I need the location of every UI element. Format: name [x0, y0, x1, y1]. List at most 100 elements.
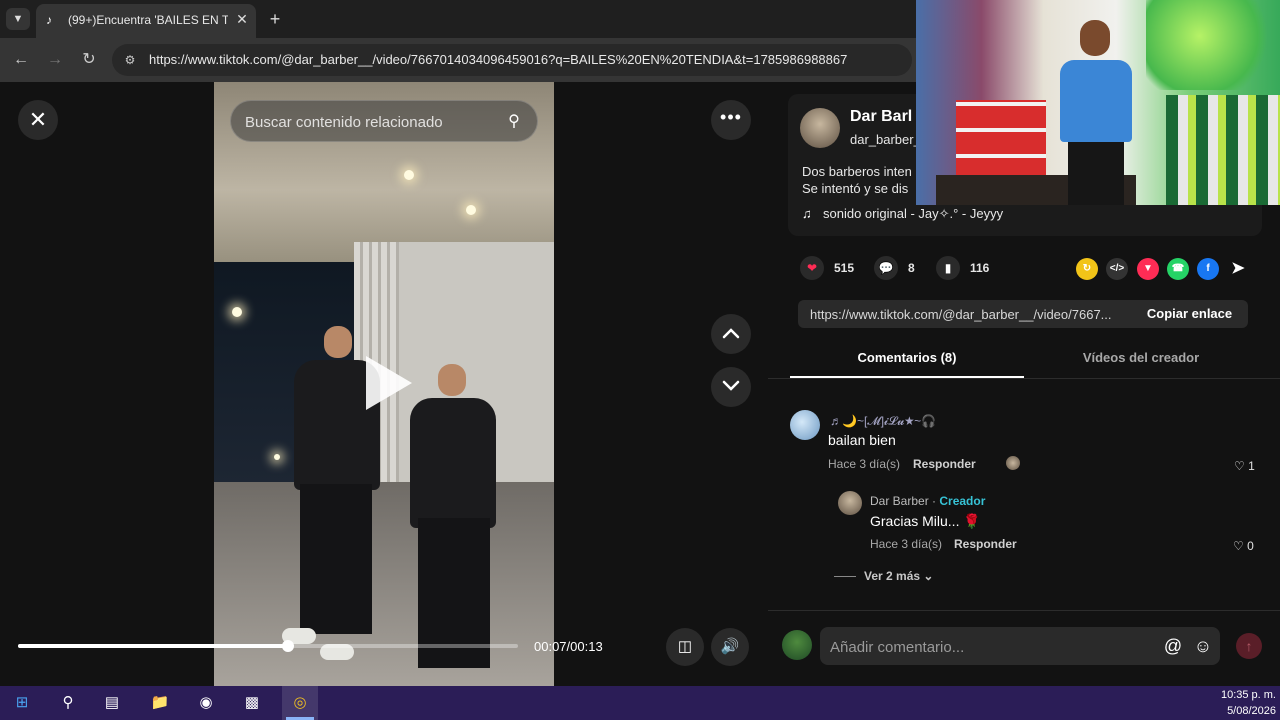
video-progress-fill — [18, 644, 288, 648]
reply-button[interactable]: Responder — [913, 457, 976, 471]
comment-like-button[interactable]: ♡ 1 — [1234, 459, 1255, 473]
comment-input[interactable] — [830, 637, 1150, 657]
comment-icon: 💬 — [874, 256, 898, 280]
browser-tab-active[interactable]: ♪ (99+)Encuentra 'BAILES EN TEN ✕ — [36, 4, 256, 38]
share-link-url[interactable]: https://www.tiktok.com/@dar_barber__/vid… — [810, 307, 1128, 322]
back-arrow-icon[interactable]: ← — [10, 49, 32, 71]
more-options-icon[interactable]: ••• — [711, 100, 751, 140]
reply-author: Dar Barber — [870, 494, 929, 508]
chevron-down-icon — [722, 380, 740, 391]
next-video-button[interactable] — [711, 367, 751, 407]
sound-link[interactable]: sonido original - Jay✧.° - Jeyyy — [823, 206, 1003, 222]
related-search[interactable]: ⚲ — [230, 100, 538, 142]
file-explorer-icon[interactable]: 📁 — [148, 691, 172, 715]
webcam-overlay — [916, 0, 1280, 205]
heart-icon: ❤ — [800, 256, 824, 280]
author-handle[interactable]: dar_barber_ — [850, 132, 921, 147]
reply-text: Gracias Milu... 🌹 — [870, 513, 981, 529]
comment-composer: @ ☺ — [820, 627, 1220, 665]
creator-liked-avatar — [1006, 456, 1020, 470]
windows-start-icon[interactable]: ⊞ — [10, 691, 34, 715]
close-tab-icon[interactable]: ✕ — [234, 11, 250, 27]
comment-time: Hace 3 día(s) — [828, 457, 901, 471]
pip-icon[interactable]: ◫ — [666, 628, 704, 666]
view-more-label: Ver 2 más — [864, 569, 921, 583]
taskbar-time[interactable]: 10:35 p. m. — [1200, 689, 1276, 701]
windows-taskbar: ⊞ ⚲ ▤ 📁 ◉ ▩ ◎ 10:35 p. m. 5/08/2026 — [0, 686, 1280, 720]
address-url: https://www.tiktok.com/@dar_barber__/vid… — [149, 52, 848, 67]
play-icon[interactable] — [366, 356, 412, 410]
webcam-shoeboxes — [956, 100, 1046, 180]
obs-icon[interactable]: ◉ — [194, 691, 218, 715]
heart-outline-icon: ♡ — [1233, 539, 1244, 553]
tab-search-button[interactable]: ▼ — [6, 8, 30, 30]
bookmark-icon: ▮ — [936, 256, 960, 280]
comment-username[interactable]: ♬🌙~[𝓜]𝓲𝓛𝓾★~🎧 — [830, 414, 936, 429]
chrome-icon[interactable]: ◎ — [288, 691, 312, 715]
video-frame[interactable] — [214, 82, 554, 686]
previous-video-button[interactable] — [711, 314, 751, 354]
new-tab-button[interactable]: + — [264, 8, 286, 30]
comment-like-count: 1 — [1248, 459, 1255, 473]
facebook-icon[interactable]: f — [1197, 258, 1219, 280]
video-progress-bar[interactable] — [18, 640, 518, 652]
mention-icon[interactable]: @ — [1162, 635, 1184, 657]
whatsapp-icon[interactable]: ☎ — [1167, 258, 1189, 280]
music-note-icon: ♫ — [802, 206, 812, 221]
webcam-person — [1056, 20, 1136, 205]
chevron-down-icon: ⌄ — [923, 569, 934, 583]
video-time: 00:07/00:13 — [534, 639, 603, 654]
tabs-divider — [768, 378, 1280, 379]
volume-icon[interactable]: 🔊 — [711, 628, 749, 666]
search-icon[interactable]: ⚲ — [56, 691, 80, 715]
repost-icon[interactable]: ↻ — [1076, 258, 1098, 280]
copy-link-button[interactable]: Copiar enlace — [1131, 300, 1248, 328]
like-count: 515 — [834, 261, 855, 275]
author-name[interactable]: Dar Barl — [850, 108, 912, 126]
tab-comments[interactable]: Comentarios (8) — [790, 344, 1024, 378]
reply-username[interactable]: Dar Barber · Creador — [870, 494, 985, 508]
video-stage: ✕ ⚲ ••• 00:07/00:13 ◫ 🔊 — [0, 82, 768, 686]
share-arrow-icon[interactable]: ➤ — [1227, 258, 1249, 280]
comment-text: bailan bien — [828, 432, 896, 448]
reload-icon[interactable]: ↻ — [78, 49, 100, 71]
composer-divider — [768, 610, 1280, 611]
emoji-icon[interactable]: ☺ — [1192, 635, 1214, 657]
related-search-input[interactable] — [245, 112, 495, 132]
share-link-box: https://www.tiktok.com/@dar_barber__/vid… — [798, 300, 1248, 328]
description-line-2: Se intentó y se dis — [802, 181, 909, 196]
author-avatar[interactable] — [800, 108, 840, 148]
tab-creator-videos[interactable]: Vídeos del creador — [1024, 344, 1258, 378]
reply-avatar[interactable] — [838, 491, 862, 515]
close-icon[interactable]: ✕ — [18, 100, 58, 140]
reply-like-button[interactable]: ♡ 0 — [1233, 539, 1254, 553]
video-progress-handle[interactable] — [282, 640, 294, 652]
task-view-icon[interactable]: ▤ — [100, 691, 124, 715]
view-more-replies[interactable]: Ver 2 más ⌄ — [864, 569, 933, 583]
capcut-icon[interactable]: ▩ — [240, 691, 264, 715]
webcam-graffiti — [1146, 0, 1280, 90]
reply-reply-button[interactable]: Responder — [954, 537, 1017, 551]
creator-badge: Creador — [939, 494, 986, 508]
taskbar-date[interactable]: 5/08/2026 — [1200, 705, 1276, 717]
video-floor — [214, 482, 554, 686]
address-bar[interactable]: ⚙ https://www.tiktok.com/@dar_barber__/v… — [112, 44, 912, 76]
tiktok-icon: ♪ — [46, 13, 52, 27]
webcam-jerseys — [1166, 95, 1280, 205]
reply-time: Hace 3 día(s) — [870, 537, 943, 551]
embed-icon[interactable]: </> — [1106, 258, 1128, 280]
ceiling-light — [404, 170, 414, 180]
comment-avatar[interactable] — [790, 410, 820, 440]
tab-title: (99+)Encuentra 'BAILES EN TEN — [68, 13, 228, 27]
send-to-friends-icon[interactable]: ▼ — [1137, 258, 1159, 280]
reply-like-count: 0 — [1247, 539, 1254, 553]
comment-count: 8 — [908, 261, 915, 275]
search-icon[interactable]: ⚲ — [503, 111, 525, 133]
send-comment-button[interactable]: ↑ — [1236, 633, 1262, 659]
more-replies-line — [834, 576, 856, 577]
user-avatar — [782, 630, 812, 660]
forward-arrow-icon[interactable]: → — [44, 49, 66, 71]
chevron-up-icon — [722, 328, 740, 339]
site-settings-icon[interactable]: ⚙ — [122, 52, 138, 68]
save-count: 116 — [970, 261, 990, 275]
